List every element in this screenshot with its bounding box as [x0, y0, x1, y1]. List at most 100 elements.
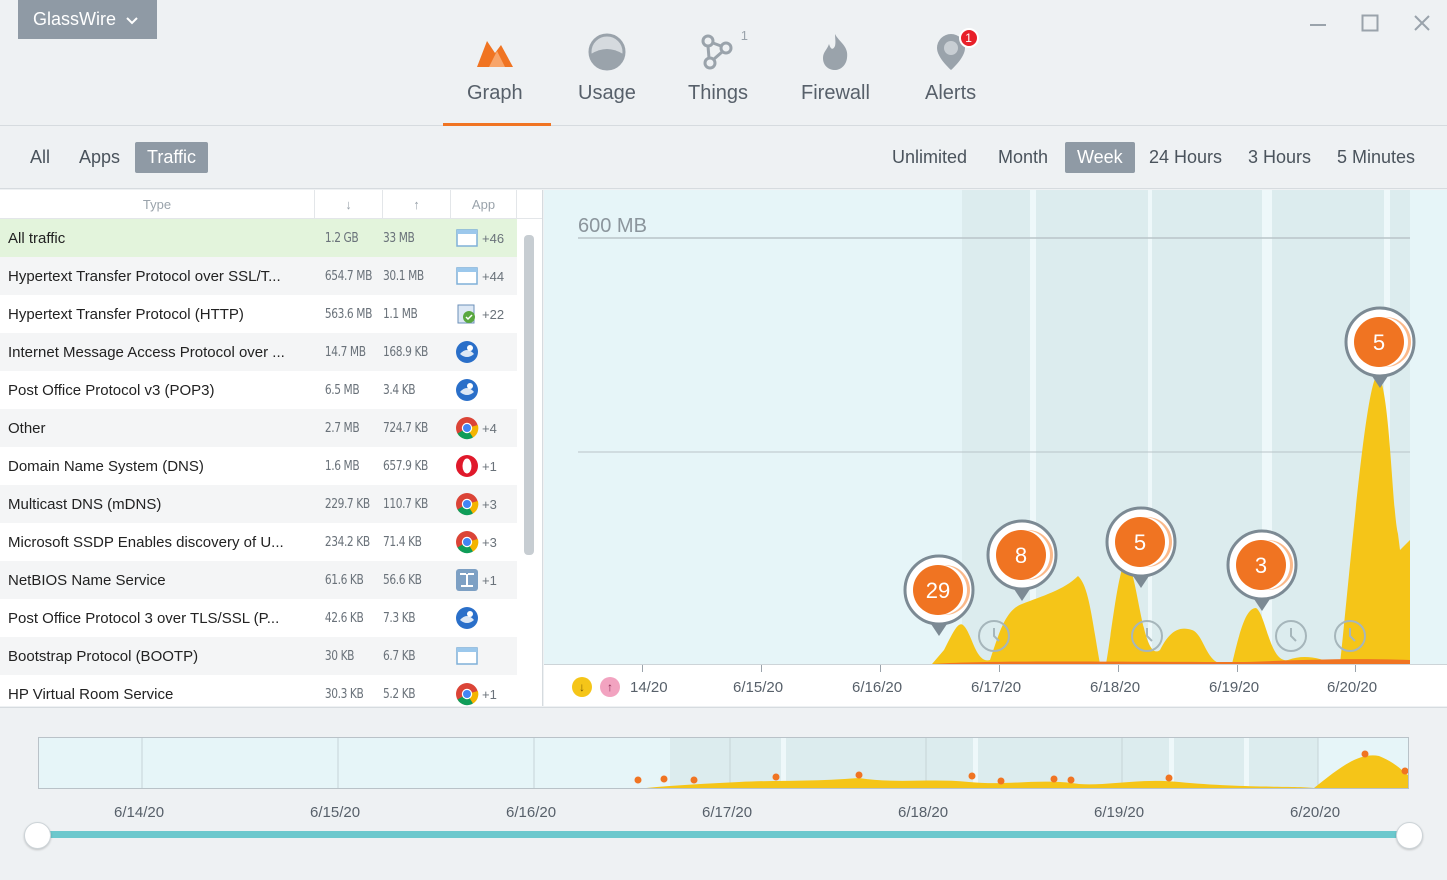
tab-alerts[interactable]: 1 Alerts — [925, 28, 979, 105]
overview-alert-dot[interactable] — [855, 771, 863, 779]
graph-axis-label: 14/20 — [630, 679, 668, 696]
overview-canvas — [141, 738, 1409, 788]
table-scrollbar[interactable] — [524, 235, 534, 555]
row-upload: 724.7 KB — [383, 420, 428, 436]
overview-alert-dot[interactable] — [660, 775, 668, 783]
upload-legend-icon[interactable]: ↑ — [600, 677, 620, 697]
table-row[interactable]: Multicast DNS (mDNS) 229.7 KB 110.7 KB +3 — [0, 485, 517, 523]
table-row[interactable]: HP Virtual Room Service 30.3 KB 5.2 KB +1 — [0, 675, 517, 706]
row-type: All traffic — [8, 229, 66, 247]
timeline-slider-right-handle[interactable] — [1396, 822, 1423, 849]
table-row[interactable]: Bootstrap Protocol (BOOTP) 30 KB 6.7 KB — [0, 637, 517, 675]
table-row[interactable]: Other 2.7 MB 724.7 KB +4 — [0, 409, 517, 447]
row-type: Other — [8, 419, 46, 437]
overview-alert-dot[interactable] — [690, 776, 698, 784]
filter-traffic[interactable]: Traffic — [135, 142, 209, 173]
graph-axis-label: 6/17/20 — [971, 679, 1022, 696]
graph-axis-tick — [999, 665, 1000, 672]
table-row[interactable]: Post Office Protocol v3 (POP3) 6.5 MB 3.4 … — [0, 371, 517, 409]
row-app: +46 — [448, 226, 504, 250]
overview-alert-dot[interactable] — [968, 772, 976, 780]
range-5-minutes[interactable]: 5 Minutes — [1325, 142, 1427, 173]
column-app[interactable]: App — [451, 190, 517, 218]
overview-gap — [973, 738, 978, 788]
range-unlimited[interactable]: Unlimited — [880, 142, 979, 173]
top-bar: GlassWire Graph Usage 1 Things Firewall … — [0, 0, 1447, 126]
table-row[interactable]: All traffic 1.2 GB 33 MB +46 — [0, 219, 517, 257]
range-24-hours[interactable]: 24 Hours — [1137, 142, 1234, 173]
table-row[interactable]: Post Office Protocol 3 over TLS/SSL (P..… — [0, 599, 517, 637]
table-header: Type ↓ ↑ App — [0, 190, 542, 219]
glasswire-window: GlassWire Graph Usage 1 Things Firewall … — [0, 0, 1447, 880]
alerts-icon: 1 — [929, 28, 979, 74]
active-period-band — [962, 190, 1410, 664]
overview-alert-dot[interactable] — [1067, 776, 1075, 784]
row-download: 30 KB — [324, 648, 355, 664]
range-week[interactable]: Week — [1065, 142, 1135, 173]
overview-alert-dot[interactable] — [634, 776, 642, 784]
row-type: Multicast DNS (mDNS) — [8, 495, 162, 513]
overview-alert-dot[interactable] — [1050, 775, 1058, 783]
tab-usage[interactable]: Usage — [578, 30, 636, 105]
table-row[interactable]: Internet Message Access Protocol over ..… — [0, 333, 517, 371]
overview-alert-dot[interactable] — [1401, 767, 1409, 775]
thunderbird-icon — [455, 340, 479, 364]
scale-label: 600 MB — [578, 215, 647, 237]
row-type: Microsoft SSDP Enables discovery of U... — [8, 533, 284, 551]
chevron-down-icon — [126, 16, 138, 24]
column-upload[interactable]: ↑ — [383, 190, 451, 218]
download-legend-icon[interactable]: ↓ — [572, 677, 592, 697]
row-app-extra: +44 — [482, 268, 505, 284]
column-type[interactable]: Type — [0, 190, 315, 218]
row-download: 6.5 MB — [324, 382, 360, 398]
tab-firewall[interactable]: Firewall — [801, 30, 870, 105]
row-download: 654.7 MB — [324, 268, 373, 284]
tab-graph[interactable]: Graph — [467, 30, 523, 105]
minimize-icon — [1310, 24, 1326, 26]
close-button[interactable] — [1409, 10, 1435, 36]
filter-all[interactable]: All — [18, 142, 62, 173]
window-icon — [455, 644, 479, 668]
range-month[interactable]: Month — [986, 142, 1060, 173]
overview-graph — [38, 737, 1409, 789]
row-download: 1.6 MB — [324, 458, 360, 474]
maximize-button[interactable] — [1357, 10, 1383, 36]
timeline-slider-left-handle[interactable] — [24, 822, 51, 849]
overview-alert-dot[interactable] — [772, 773, 780, 781]
row-upload: 5.2 KB — [383, 686, 416, 702]
timeline-overview: 6/14/20 6/15/20 6/16/20 6/17/20 6/18/20 6/19/… — [0, 707, 1447, 880]
column-download[interactable]: ↓ — [315, 190, 383, 218]
row-download: 229.7 KB — [324, 496, 370, 512]
alert-marker-count: 3 — [1255, 553, 1267, 578]
overview-alert-dot[interactable] — [1165, 774, 1173, 782]
row-type: Domain Name System (DNS) — [8, 457, 204, 475]
app-menu-button[interactable]: GlassWire — [18, 0, 157, 39]
row-upload: 6.7 KB — [383, 648, 416, 664]
table-row[interactable]: Hypertext Transfer Protocol over SSL/T..… — [0, 257, 517, 295]
filter-apps[interactable]: Apps — [67, 142, 132, 173]
minimize-button[interactable] — [1305, 10, 1331, 36]
row-upload: 1.1 MB — [383, 306, 418, 322]
row-app — [448, 378, 482, 402]
tab-usage-label: Usage — [578, 82, 636, 104]
graph-axis-label: 6/19/20 — [1209, 679, 1260, 696]
day-divider — [1030, 190, 1036, 664]
traffic-table: Type ↓ ↑ App All traffic 1.2 GB 33 MB +46 Hy… — [0, 190, 543, 706]
row-app-extra: +1 — [482, 572, 497, 588]
row-download: 30.3 KB — [324, 686, 364, 702]
table-row[interactable]: Microsoft SSDP Enables discovery of U...… — [0, 523, 517, 561]
overview-alert-dot[interactable] — [1361, 750, 1369, 758]
timeline-slider-track[interactable] — [38, 831, 1409, 838]
row-download: 234.2 KB — [324, 534, 370, 550]
tab-things[interactable]: 1 Things — [688, 28, 749, 105]
table-row[interactable]: Hypertext Transfer Protocol (HTTP) 563.6 … — [0, 295, 517, 333]
range-3-hours[interactable]: 3 Hours — [1236, 142, 1323, 173]
active-tab-indicator — [443, 123, 551, 126]
things-count: 1 — [740, 28, 749, 43]
graph-axis-label: 6/20/20 — [1327, 679, 1378, 696]
graph-axis-tick — [1355, 665, 1356, 672]
overview-alert-dot[interactable] — [997, 777, 1005, 785]
row-app — [448, 606, 482, 630]
table-row[interactable]: NetBIOS Name Service 61.6 KB 56.6 KB +1 — [0, 561, 517, 599]
table-row[interactable]: Domain Name System (DNS) 1.6 MB 657.9 KB +1 — [0, 447, 517, 485]
